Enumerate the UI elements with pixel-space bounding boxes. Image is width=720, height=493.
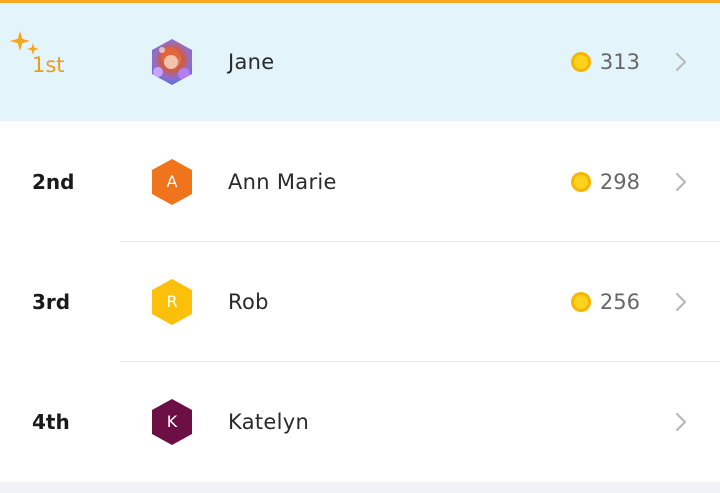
chevron-right-icon[interactable] [674, 411, 688, 433]
player-name: Jane [228, 50, 275, 74]
score: 298 [570, 170, 640, 194]
rank-label: 2nd [32, 170, 75, 194]
coin-icon [570, 52, 591, 72]
player-name: Ann Marie [228, 170, 337, 194]
score: 256 [570, 290, 640, 314]
leaderboard: 1st Jane 313 2nd A Ann Marie 298 3rd R R… [0, 0, 720, 493]
chevron-right-icon[interactable] [674, 171, 688, 193]
rank-label: 1st [32, 53, 65, 77]
leaderboard-row[interactable]: 2nd A Ann Marie 298 [0, 122, 720, 242]
leaderboard-row[interactable]: 4th K Katelyn [0, 362, 720, 482]
rank-label: 4th [32, 410, 70, 434]
bottom-bar [0, 482, 720, 493]
leaderboard-row[interactable]: 1st Jane 313 [0, 3, 720, 121]
avatar: R [148, 278, 196, 326]
player-name: Katelyn [228, 410, 310, 434]
score-value: 256 [599, 290, 640, 314]
rank-label: 3rd [32, 290, 71, 314]
coin-icon [570, 292, 591, 312]
chevron-right-icon[interactable] [674, 51, 688, 73]
avatar [148, 38, 196, 86]
coin-icon [570, 172, 591, 192]
score-value: 298 [599, 170, 640, 194]
player-name: Rob [228, 290, 269, 314]
avatar-letter: A [166, 172, 178, 191]
avatar: K [148, 398, 196, 446]
leaderboard-row[interactable]: 3rd R Rob 256 [0, 242, 720, 362]
chevron-right-icon[interactable] [674, 291, 688, 313]
score: 313 [570, 50, 640, 74]
avatar-letter: K [166, 412, 178, 431]
avatar: A [148, 158, 196, 206]
score-value: 313 [599, 50, 640, 74]
avatar-letter: R [166, 292, 178, 311]
